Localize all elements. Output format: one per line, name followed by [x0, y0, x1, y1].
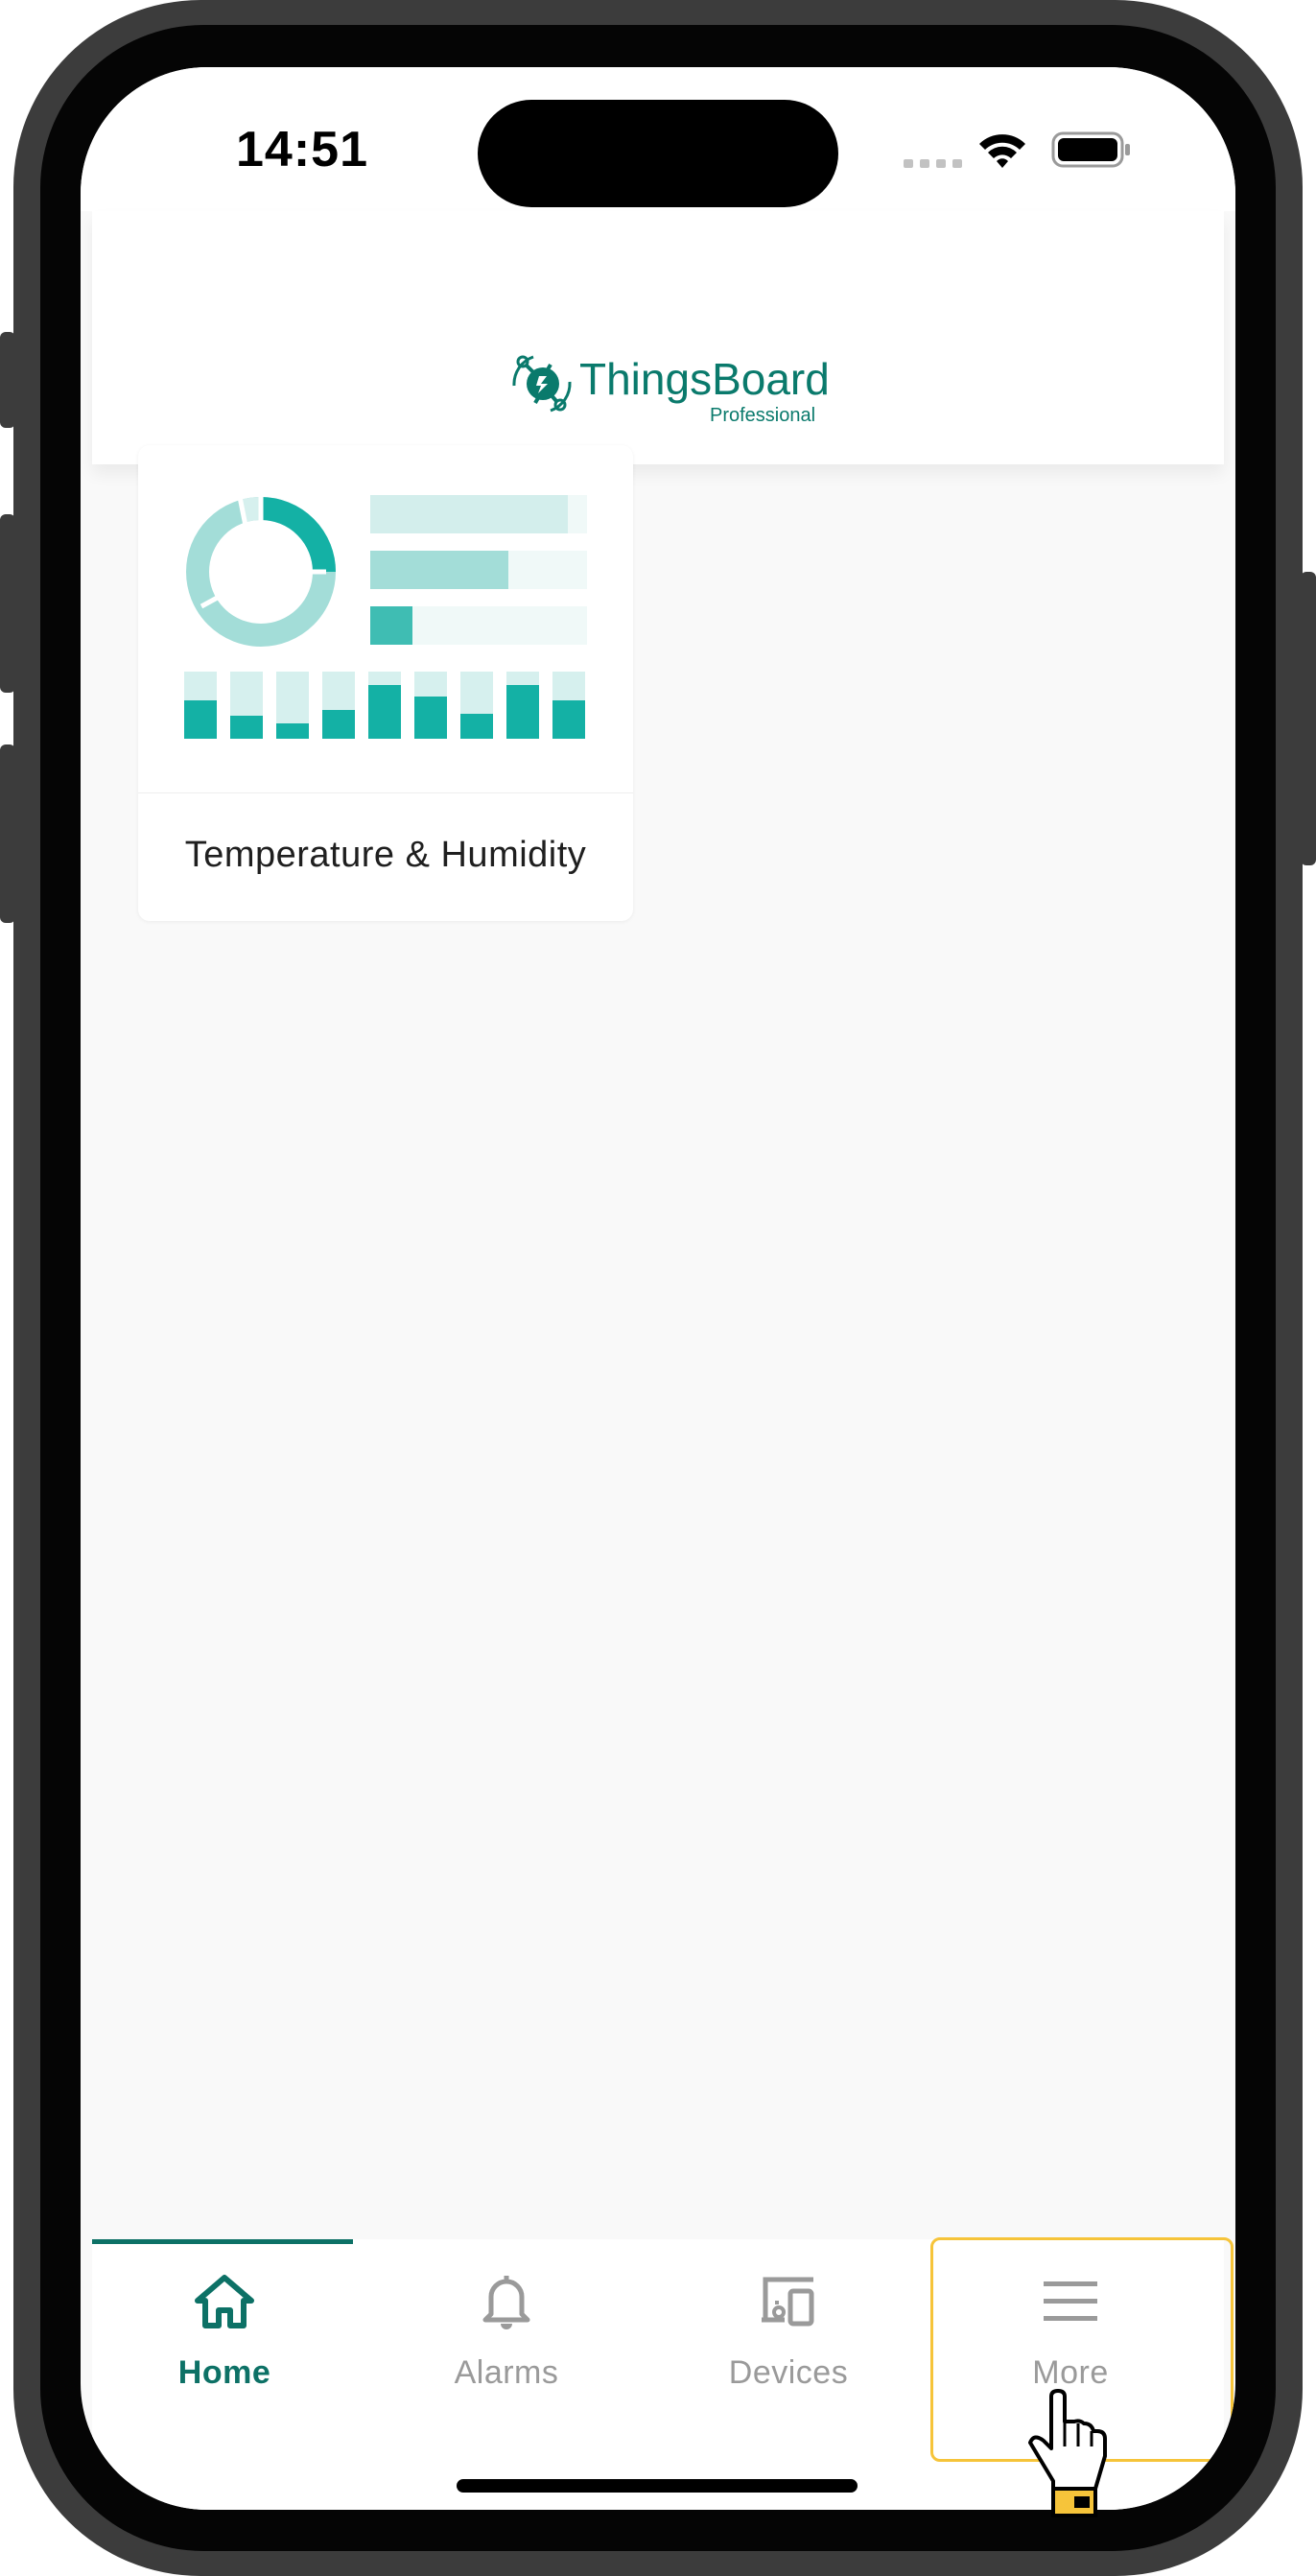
thingsboard-logo-icon [512, 355, 572, 413]
nav-alarms[interactable]: Alarms [374, 2239, 639, 2470]
dashboard-card[interactable]: Temperature & Humidity [138, 445, 633, 921]
home-indicator [457, 2479, 858, 2493]
nav-active-indicator [92, 2239, 353, 2244]
power-button [1301, 572, 1316, 865]
home-icon [195, 2275, 254, 2328]
bell-icon [482, 2276, 530, 2329]
volume-up-button [0, 514, 15, 693]
dashboard-preview-icon [184, 495, 587, 739]
nav-alarms-label: Alarms [454, 2354, 559, 2391]
nav-home-label: Home [177, 2354, 271, 2391]
thingsboard-logo: ThingsBoard Professional [506, 345, 833, 441]
devices-icon [762, 2277, 814, 2327]
wifi-icon [979, 134, 1025, 168]
status-time: 14:51 [236, 122, 368, 177]
status-bar: 14:51 [81, 67, 1235, 211]
logo-subtitle: Professional [710, 405, 816, 426]
card-divider [138, 792, 633, 793]
dynamic-island [478, 100, 838, 207]
nav-home[interactable]: Home [92, 2239, 357, 2470]
signal-dots-icon [904, 159, 962, 168]
menu-icon [1044, 2281, 1097, 2321]
volume-down-button [0, 744, 15, 923]
logo-wordmark: ThingsBoard [579, 354, 830, 404]
silent-switch [0, 332, 15, 428]
app-header: ThingsBoard Professional [92, 211, 1224, 464]
nav-more-label: More [1032, 2354, 1109, 2391]
battery-icon [1051, 131, 1130, 168]
nav-devices[interactable]: Devices [656, 2239, 921, 2470]
nav-devices-label: Devices [728, 2354, 849, 2391]
dashboard-title: Temperature & Humidity [184, 835, 587, 875]
hand-cursor-icon [1028, 2389, 1107, 2517]
app-screen: 14:51 ThingsBoard Professional Temperatu… [81, 67, 1235, 2510]
